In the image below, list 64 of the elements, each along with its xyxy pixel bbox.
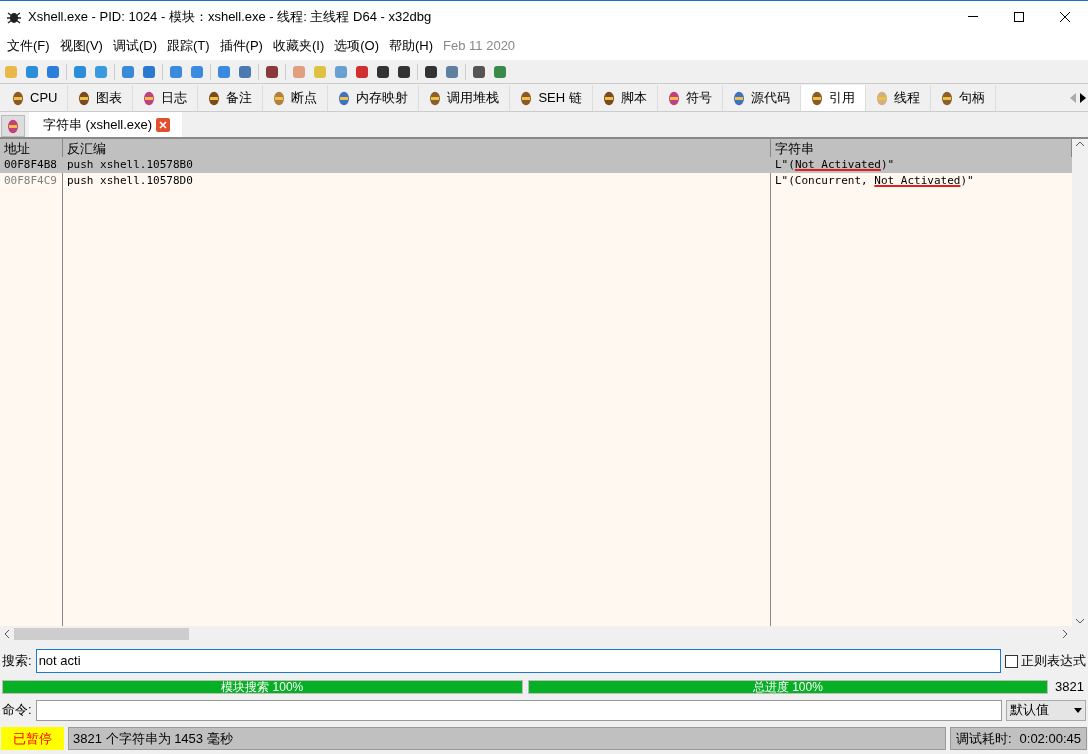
paused-status: 已暂停 [1,727,64,750]
toolbar-icon[interactable] [396,63,412,80]
regex-checkbox[interactable] [1005,654,1018,668]
string-cell-text: L"(Concurrent, Not Activated)" [774,172,975,189]
disassembly-cell-text: push xshell.10578D0 [66,172,194,189]
table-row[interactable]: 00F8F4B8 push xshell.10578B0 L"(Not Activated)" [0,157,1072,173]
chevron-left-icon[interactable] [4,630,10,638]
egg-icon [875,90,888,106]
search-field[interactable]: not acti [35,649,1001,673]
command-field[interactable] [35,699,1002,721]
build-date: Feb 11 2020 [442,37,517,56]
address-cell-text: 00F8F4B8 [3,156,58,173]
scroll-right-icon[interactable] [1078,91,1088,105]
egg-icon [12,90,24,106]
toolbar-icon[interactable] [375,63,391,80]
chevron-right-icon[interactable] [1062,630,1068,638]
chevron-down-icon[interactable] [1076,618,1084,624]
string-count: 3821 [1055,678,1084,697]
maximize-icon [1014,11,1024,22]
table-row[interactable]: 00F8F4C9 push xshell.10578D0 L"(Concurrent, Not Activated)" [0,173,1072,189]
close-icon[interactable] [156,117,171,132]
caret-icon [1074,707,1082,713]
menu-item[interactable]: 跟踪(T) [162,36,215,56]
egg-icon [667,90,680,106]
menu-item[interactable]: 视图(V) [54,36,108,56]
disassembly-cell-text: push xshell.10578B0 [66,156,194,173]
toolbar-icon[interactable] [423,63,439,80]
egg-icon [732,90,745,106]
egg-icon [940,90,953,106]
egg-icon [520,90,533,106]
tab[interactable]: 字符串 (xshell.exe) [29,112,183,137]
egg-icon [7,118,19,134]
command-label: 命令: [2,701,32,720]
egg-icon [602,90,615,106]
menu-item[interactable]: 选项(O) [329,36,384,56]
menu-item[interactable]: 调试(D) [107,36,162,56]
toolbar-icon[interactable] [264,63,280,80]
close-icon [1060,11,1070,22]
egg-icon [810,90,823,106]
egg-icon [208,90,221,106]
egg-icon [273,90,286,106]
status-message: 3821 个字符串为 1453 毫秒 [68,727,946,750]
address-cell-text: 00F8F4C9 [3,172,58,189]
elapsed-label: 调试耗时: [955,729,1012,748]
minimize-icon [968,16,978,17]
menu-item[interactable]: 插件(P) [214,36,268,56]
command-type-dropdown[interactable]: 默认值 [1006,699,1086,721]
egg-icon [429,90,442,106]
search-label: 搜索: [2,652,32,671]
elapsed-time: 0:02:00:45 [1019,729,1081,748]
chevron-up-icon[interactable] [1076,141,1084,147]
tab[interactable]: 引用 [800,85,866,111]
string-cell-text: L"(Not Activated)" [774,156,896,173]
egg-icon [78,90,91,106]
window-title: Xshell.exe - PID: 1024 - 模块：xshell.exe - 线程: 主线程 D64 - x32dbg [28,7,432,26]
egg-icon [143,90,156,106]
egg-icon [338,90,351,106]
toolbar-icon[interactable] [471,63,487,80]
progress-bar: 模块搜索 100% [2,680,523,694]
menu-item[interactable]: 收藏夹(I) [267,36,330,56]
menu-item[interactable]: 帮助(H) [384,36,439,56]
menu-item[interactable]: 文件(F) [2,36,55,56]
progress-bar: 总进度 100% [527,680,1049,694]
regex-label: 正则表达式 [1021,652,1086,671]
